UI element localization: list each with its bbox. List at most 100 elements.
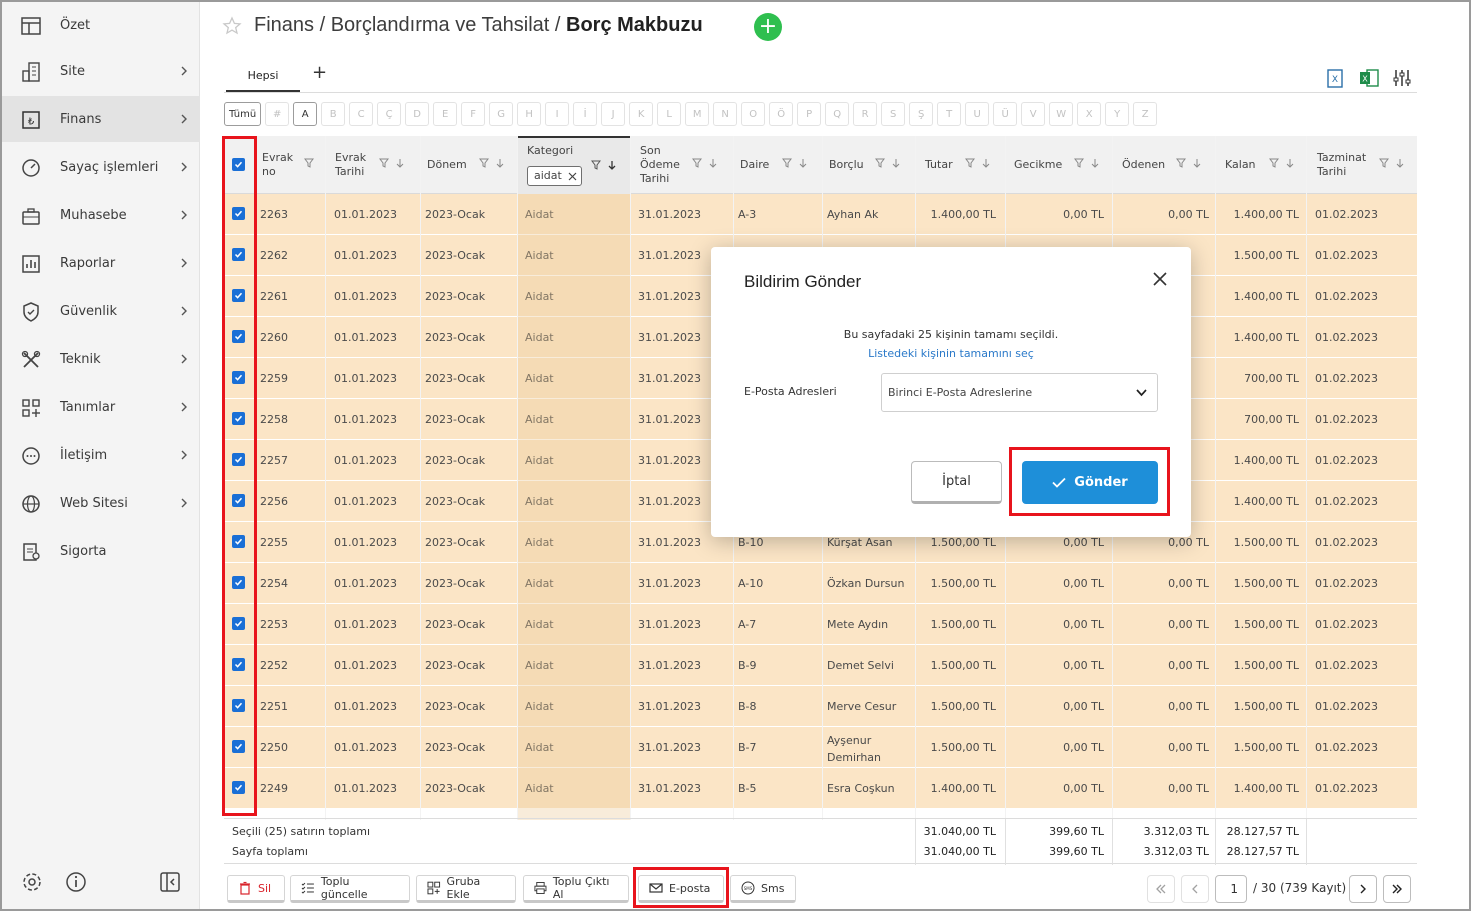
last-page-button[interactable] [1383,875,1411,903]
filter-icon[interactable] [479,158,489,168]
letter-filter[interactable]: R [853,102,878,126]
sliders-icon[interactable] [1390,66,1414,90]
letter-filter[interactable]: I [545,102,570,126]
table-row[interactable]: 2249 01.01.2023 2023-Ocak Aidat 31.01.2023 B-… [224,768,1417,809]
sort-down-icon[interactable] [798,158,808,168]
table-row[interactable]: 2250 01.01.2023 2023-Ocak Aidat 31.01.2023 B-… [224,727,1417,768]
letter-filter[interactable]: B [321,102,346,126]
filter-icon[interactable] [782,158,792,168]
letter-filter[interactable]: O [741,102,766,126]
filter-icon[interactable] [1269,158,1279,168]
next-page-button[interactable] [1349,875,1377,903]
letter-filter[interactable]: T [937,102,962,126]
filter-icon[interactable] [1176,158,1186,168]
select-all-list-link[interactable]: Listedeki kişinin tamamını seç [711,347,1191,360]
sidebar-item-finans[interactable]: ₺ Finans [2,96,200,142]
letter-filter[interactable]: Ö [769,102,794,126]
prev-page-button[interactable] [1181,875,1209,903]
letter-filter-tumu[interactable]: Tümü [224,102,262,126]
table-row[interactable]: 2251 01.01.2023 2023-Ocak Aidat 31.01.2023 B-… [224,686,1417,727]
col-odenen[interactable]: Ödenen [1122,136,1212,194]
kategori-filter-chip[interactable]: aidat [527,166,582,186]
first-page-button[interactable] [1147,875,1175,903]
sort-down-icon[interactable] [891,158,901,168]
email-addresses-select[interactable]: Birinci E-Posta Adreslerine [881,373,1158,412]
sort-down-icon[interactable] [395,158,405,168]
sidebar-item-muhasebe[interactable]: Muhasebe [2,192,200,238]
bulk-print-button[interactable]: Toplu Çıktı Al [523,875,629,903]
col-gecikme[interactable]: Gecikme [1014,136,1110,194]
export-excel-icon[interactable]: X [1323,66,1347,90]
sort-down-icon[interactable] [1192,158,1202,168]
filter-icon[interactable] [1379,158,1389,168]
filter-icon[interactable] [304,158,314,168]
letter-filter[interactable]: N [713,102,738,126]
letter-filter[interactable]: Q [825,102,850,126]
letter-filter[interactable]: G [489,102,514,126]
letter-filter[interactable]: X [1077,102,1102,126]
sort-down-icon[interactable] [1395,158,1405,168]
table-row[interactable]: 2253 01.01.2023 2023-Ocak Aidat 31.01.2023 A-… [224,604,1417,645]
sidebar-item-sayac[interactable]: Sayaç işlemleri [2,144,200,190]
filter-icon[interactable] [965,158,975,168]
letter-filter[interactable]: H [517,102,542,126]
sort-down-icon[interactable] [981,158,991,168]
sidebar-item-iletisim[interactable]: İletişim [2,432,200,478]
filter-icon[interactable] [379,158,389,168]
table-row[interactable]: 2252 01.01.2023 2023-Ocak Aidat 31.01.2023 B-… [224,645,1417,686]
letter-filter[interactable]: Ü [993,102,1018,126]
sidebar-item-raporlar[interactable]: Raporlar [2,240,200,286]
letter-filter[interactable]: Y [1105,102,1130,126]
cancel-button[interactable]: İptal [911,461,1002,504]
letter-filter-a[interactable]: A [293,102,318,126]
favorite-star-icon[interactable] [222,16,242,36]
info-icon[interactable] [64,870,88,894]
letter-filter[interactable]: W [1049,102,1074,126]
col-kalan[interactable]: Kalan [1225,136,1305,194]
letter-filter[interactable]: K [629,102,654,126]
remove-filter-icon[interactable] [568,172,577,181]
sidebar-item-sigorta[interactable]: Sigorta [2,528,200,574]
col-daire[interactable]: Daire [740,136,820,194]
letter-filter[interactable]: Ç [377,102,402,126]
sidebar-item-teknik[interactable]: Teknik [2,336,200,382]
sidebar-item-site[interactable]: Site [2,48,200,94]
letter-filter[interactable]: U [965,102,990,126]
sort-down-icon[interactable] [495,158,505,168]
letter-filter[interactable]: L [657,102,682,126]
filter-icon[interactable] [591,160,601,170]
filter-icon[interactable] [1074,158,1084,168]
letter-filter[interactable]: P [797,102,822,126]
col-tutar[interactable]: Tutar [925,136,1005,194]
add-to-group-button[interactable]: Gruba Ekle [416,875,516,903]
page-number-input[interactable]: 1 [1215,875,1247,903]
sort-down-icon[interactable] [607,160,617,170]
letter-filter[interactable]: E [433,102,458,126]
filter-icon[interactable] [875,158,885,168]
excel-icon[interactable]: X [1357,66,1381,90]
letter-filter-hash[interactable]: # [265,102,290,126]
letter-filter[interactable]: Ş [909,102,934,126]
sidebar-item-web-sitesi[interactable]: Web Sitesi [2,480,200,526]
letter-filter[interactable]: D [405,102,430,126]
letter-filter[interactable]: V [1021,102,1046,126]
col-evrak-no[interactable]: Evrak no [262,136,322,194]
collapse-sidebar-icon[interactable] [158,870,182,894]
sidebar-item-ozet[interactable]: Özet [2,2,200,48]
letter-filter[interactable]: Z [1133,102,1158,126]
sort-down-icon[interactable] [708,158,718,168]
delete-button[interactable]: Sil [227,875,285,903]
close-icon[interactable] [1152,271,1168,287]
sidebar-item-guvenlik[interactable]: Güvenlik [2,288,200,334]
sort-down-icon[interactable] [1090,158,1100,168]
sms-button[interactable]: SMS Sms [730,875,796,903]
table-row[interactable]: 2254 01.01.2023 2023-Ocak Aidat 31.01.2023 A-… [224,563,1417,604]
letter-filter[interactable]: M [685,102,710,126]
letter-filter[interactable]: İ [573,102,598,126]
sort-down-icon[interactable] [1285,158,1295,168]
table-row[interactable]: 2263 01.01.2023 2023-Ocak Aidat 31.01.2023 A-… [224,194,1417,235]
sidebar-item-tanimlar[interactable]: Tanımlar [2,384,200,430]
add-record-button[interactable]: + [754,13,782,41]
col-son-odeme[interactable]: Son Ödeme Tarihi [640,136,730,194]
tab-hepsi[interactable]: Hepsi [226,58,300,92]
